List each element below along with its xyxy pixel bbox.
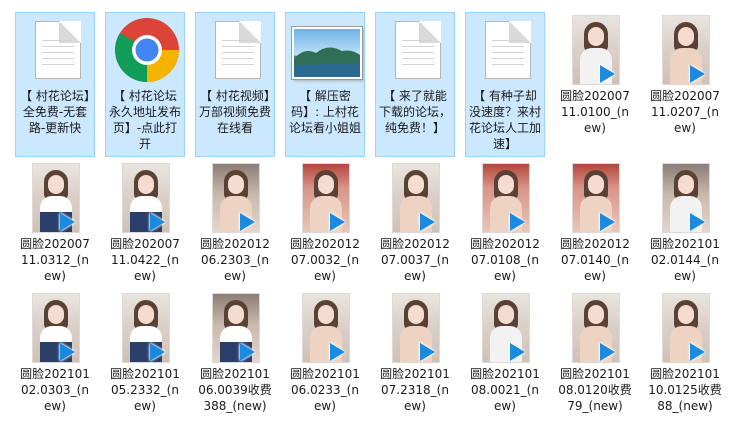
file-item[interactable]: 圆脸20200711.0100_(new) <box>555 12 635 157</box>
video-thumbnail-icon <box>16 163 94 233</box>
file-item[interactable]: 圆脸20210102.0144_(new) <box>645 160 725 285</box>
video-thumbnail-icon <box>16 293 94 363</box>
file-item[interactable]: 圆脸20210105.2332_(new) <box>105 290 185 415</box>
play-icon <box>510 343 525 361</box>
file-name: 圆脸20200711.0100_(new) <box>560 89 630 135</box>
file-name: 圆脸20210105.2332_(new) <box>110 367 180 413</box>
file-name: 圆脸20210106.0039收费388_(new) <box>198 367 272 413</box>
document-icon <box>376 15 454 85</box>
file-item[interactable]: 圆脸20201207.0032_(new) <box>285 160 365 285</box>
video-thumbnail-icon <box>106 293 184 363</box>
play-icon <box>690 65 705 83</box>
file-name: 【 村花论坛】全免费-无套路-更新快 <box>20 89 90 135</box>
video-thumbnail-icon <box>646 15 724 85</box>
file-name: 圆脸20200711.0312_(new) <box>20 237 90 283</box>
play-icon <box>330 213 345 231</box>
file-item[interactable]: 圆脸20210108.0021_(new) <box>465 290 545 415</box>
video-thumbnail-icon <box>196 163 274 233</box>
play-icon <box>420 343 435 361</box>
play-icon <box>600 65 615 83</box>
video-thumbnail-icon <box>646 163 724 233</box>
video-thumbnail-icon <box>556 163 634 233</box>
video-thumbnail-icon <box>286 293 364 363</box>
file-name: 圆脸20201207.0032_(new) <box>290 237 360 283</box>
play-icon <box>690 213 705 231</box>
play-icon <box>510 213 525 231</box>
file-name: 圆脸20201207.0140_(new) <box>560 237 630 283</box>
video-thumbnail-icon <box>556 293 634 363</box>
play-icon <box>150 343 165 361</box>
video-thumbnail-icon <box>646 293 724 363</box>
file-item[interactable]: 圆脸20201207.0108_(new) <box>465 160 545 285</box>
file-item[interactable]: 【 村花论坛】全免费-无套路-更新快 <box>15 12 95 157</box>
image-icon <box>286 15 364 85</box>
file-item[interactable]: 【 来了就能下载的论坛，纯免费！】 <box>375 12 455 157</box>
file-name: 圆脸20210106.0233_(new) <box>290 367 360 413</box>
file-name: 【 村花论坛永久地址发布页】-点此打开 <box>108 89 181 151</box>
video-thumbnail-icon <box>466 293 544 363</box>
file-item[interactable]: 【 村花视频】万部视频免费在线看 <box>195 12 275 157</box>
video-thumbnail-icon <box>106 163 184 233</box>
file-item[interactable]: 【 解压密码】: 上村花论坛看小姐姐 <box>285 12 365 157</box>
file-item[interactable]: 圆脸20210110.0125收费88_(new) <box>645 290 725 415</box>
video-thumbnail-icon <box>556 15 634 85</box>
play-icon <box>600 343 615 361</box>
file-item[interactable]: 圆脸20200711.0312_(new) <box>15 160 95 285</box>
file-name: 圆脸20210107.2318_(new) <box>380 367 450 413</box>
file-name: 【 解压密码】: 上村花论坛看小姐姐 <box>288 89 361 135</box>
file-item[interactable]: 圆脸20210107.2318_(new) <box>375 290 455 415</box>
file-item[interactable]: 圆脸20200711.0207_(new) <box>645 12 725 157</box>
play-icon <box>420 213 435 231</box>
file-item[interactable]: 圆脸20201206.2303_(new) <box>195 160 275 285</box>
play-icon <box>600 213 615 231</box>
file-item[interactable]: 圆脸20201207.0037_(new) <box>375 160 455 285</box>
file-item[interactable]: 【 村花论坛永久地址发布页】-点此打开 <box>105 12 185 157</box>
file-item[interactable]: 【 有种子却没速度？来村花论坛人工加速】 <box>465 12 545 157</box>
file-grid: 【 村花论坛】全免费-无套路-更新快 【 村花论坛永久地址发布页】-点此打开 【… <box>15 12 735 438</box>
file-name: 圆脸20210108.0021_(new) <box>470 367 540 413</box>
play-icon <box>150 213 165 231</box>
document-icon <box>16 15 94 85</box>
video-thumbnail-icon <box>376 293 454 363</box>
document-icon <box>196 15 274 85</box>
play-icon <box>60 343 75 361</box>
video-thumbnail-icon <box>196 293 274 363</box>
file-name: 圆脸20210110.0125收费88_(new) <box>648 367 722 413</box>
play-icon <box>240 343 255 361</box>
file-name: 圆脸20201206.2303_(new) <box>200 237 270 283</box>
document-icon <box>466 15 544 85</box>
play-icon <box>240 213 255 231</box>
file-name: 【 来了就能下载的论坛，纯免费！】 <box>378 89 451 135</box>
file-name: 【 有种子却没速度？来村花论坛人工加速】 <box>468 89 541 151</box>
file-name: 圆脸20201207.0108_(new) <box>470 237 540 283</box>
file-item[interactable]: 圆脸20200711.0422_(new) <box>105 160 185 285</box>
file-name: 圆脸20201207.0037_(new) <box>380 237 450 283</box>
file-name: 圆脸20200711.0207_(new) <box>650 89 720 135</box>
video-thumbnail-icon <box>376 163 454 233</box>
file-item[interactable]: 圆脸20201207.0140_(new) <box>555 160 635 285</box>
file-name: 【 村花视频】万部视频免费在线看 <box>198 89 271 135</box>
file-item[interactable]: 圆脸20210106.0233_(new) <box>285 290 365 415</box>
file-name: 圆脸20210108.0120收费79_(new) <box>558 367 632 413</box>
file-item[interactable]: 圆脸20210106.0039收费388_(new) <box>195 290 275 415</box>
file-name: 圆脸20200711.0422_(new) <box>110 237 180 283</box>
file-name: 圆脸20210102.0303_(new) <box>20 367 90 413</box>
play-icon <box>60 213 75 231</box>
play-icon <box>690 343 705 361</box>
file-name: 圆脸20210102.0144_(new) <box>650 237 720 283</box>
file-item[interactable]: 圆脸20210102.0303_(new) <box>15 290 95 415</box>
play-icon <box>330 343 345 361</box>
file-item[interactable]: 圆脸20210108.0120收费79_(new) <box>555 290 635 415</box>
video-thumbnail-icon <box>466 163 544 233</box>
chrome-icon <box>106 15 184 85</box>
video-thumbnail-icon <box>286 163 364 233</box>
